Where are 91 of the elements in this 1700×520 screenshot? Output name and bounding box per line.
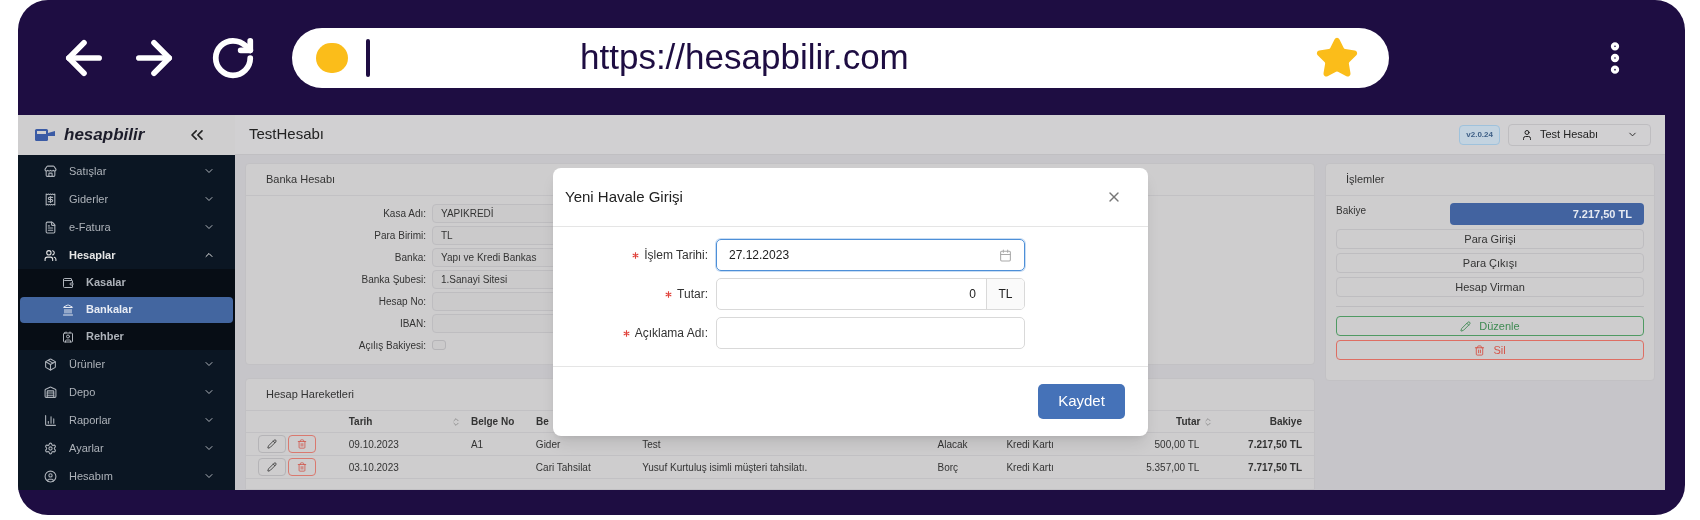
- field-label: Açılış Bakiyesi:: [357, 338, 427, 353]
- sidebar-subitem[interactable]: Kasalar: [20, 269, 233, 296]
- sort-icon[interactable]: [1203, 416, 1214, 427]
- sidebar-item[interactable]: Hesaplar: [18, 241, 235, 269]
- user-icon: [1521, 128, 1533, 141]
- sidebar-subitem[interactable]: Bankalar: [20, 296, 233, 323]
- action-button[interactable]: Hesap Virman: [1336, 277, 1644, 297]
- sort-icon[interactable]: [450, 416, 461, 427]
- table-cell: Alacak: [937, 438, 968, 450]
- pencil-icon: [267, 462, 277, 472]
- sidebar-item[interactable]: Depo: [18, 378, 235, 406]
- table-cell: Kredi Kartı: [1006, 461, 1054, 473]
- table-cell: Test: [642, 438, 661, 450]
- trash-icon: [297, 439, 307, 449]
- sidebar-item[interactable]: Satışlar: [18, 157, 235, 185]
- currency-addon: TL: [986, 279, 1024, 309]
- url-text: https://hesapbilir.com: [580, 36, 909, 79]
- field-label: Banka Şubesi:: [360, 272, 427, 287]
- receipt-icon: [44, 192, 57, 206]
- edit-button[interactable]: [258, 435, 286, 453]
- column-header: Bakiye: [1269, 416, 1302, 427]
- bank-icon: [62, 303, 74, 316]
- sidebar-item[interactable]: Raporlar: [18, 406, 235, 434]
- field-label: Para Birimi:: [373, 228, 427, 243]
- table-cell: 03.10.2023: [348, 461, 399, 473]
- sidebar-item[interactable]: e-Fatura: [18, 213, 235, 241]
- table-cell: Gider: [535, 438, 561, 450]
- version-badge: v2.0.24: [1459, 124, 1500, 145]
- table-cell: 7.717,50 TL: [1248, 461, 1303, 473]
- document-icon: [44, 220, 57, 234]
- field-label: Banka:: [393, 250, 427, 265]
- table-cell: 09.10.2023: [348, 438, 399, 450]
- page-title: TestHesabı: [249, 124, 325, 145]
- dialog-title: Yeni Havale Girişi: [565, 186, 683, 207]
- action-button[interactable]: Para Çıkışı: [1336, 253, 1644, 273]
- table-cell: Kredi Kartı: [1006, 438, 1054, 450]
- column-header: Be: [535, 416, 549, 427]
- field-label: İşlem Tarihi:: [644, 247, 708, 264]
- amount-field[interactable]: 0 TL: [716, 278, 1025, 310]
- field-label: Açıklama Adı:: [634, 325, 708, 342]
- column-header: Tutar: [1176, 415, 1201, 429]
- warehouse-icon: [44, 385, 57, 399]
- table-cell: 500,00 TL: [1154, 438, 1200, 450]
- table-cell: A1: [470, 438, 484, 450]
- trash-icon: [297, 462, 307, 472]
- trash-icon: [1474, 344, 1486, 356]
- date-field[interactable]: 27.12.2023: [716, 239, 1025, 271]
- table-cell: 7.217,50 TL: [1248, 438, 1303, 450]
- action-button[interactable]: Para Girişi: [1336, 229, 1644, 249]
- wallet-icon: [62, 276, 74, 289]
- box-icon: [44, 357, 57, 371]
- logo-icon: [34, 127, 56, 143]
- chart-icon: [44, 413, 57, 427]
- checkbox[interactable]: [432, 340, 446, 350]
- address-bar[interactable]: https://hesapbilir.com: [292, 27, 1389, 88]
- contact-card-icon: [62, 330, 74, 343]
- table-cell: Yusuf Kurtuluş isimli müşteri tahsilatı.: [642, 461, 808, 473]
- pencil-icon: [267, 439, 277, 449]
- pencil-icon: [1460, 320, 1472, 332]
- user-menu-button[interactable]: Test Hesabı: [1508, 123, 1651, 146]
- table-cell: 5.357,00 TL: [1146, 461, 1200, 473]
- table-cell: Cari Tahsilat: [535, 461, 591, 473]
- card-title: Hesap Hareketleri: [266, 387, 355, 403]
- delete-button[interactable]: [288, 435, 316, 453]
- table-cell: Borç: [937, 461, 959, 473]
- card-title: Banka Hesabı: [266, 172, 336, 188]
- column-header: Belge No: [470, 416, 515, 427]
- store-icon: [44, 164, 57, 178]
- balance-value: 7.217,50 TL: [1450, 203, 1644, 225]
- logo-text: hesapbilir: [64, 124, 145, 147]
- input-field[interactable]: [716, 317, 1025, 349]
- sidebar-item[interactable]: Giderler: [18, 185, 235, 213]
- calendar-icon: [999, 248, 1012, 262]
- settings-icon: [44, 441, 57, 455]
- field-label: Tutar:: [677, 286, 708, 303]
- users-icon: [44, 248, 57, 262]
- text-cursor-icon: [366, 38, 370, 77]
- balance-label: Bakiye: [1336, 204, 1367, 218]
- sidebar-item[interactable]: Ürünler: [18, 350, 235, 378]
- sidebar-subitem[interactable]: Rehber: [20, 323, 233, 350]
- delete-button[interactable]: [288, 458, 316, 476]
- sidebar-item[interactable]: Ayarlar: [18, 434, 235, 462]
- save-button[interactable]: Kaydet: [1038, 384, 1125, 419]
- field-label: Hesap No:: [377, 294, 427, 309]
- column-header: Tarih: [348, 415, 373, 429]
- user-icon: [44, 469, 57, 483]
- sidebar-item[interactable]: Hesabım: [18, 462, 235, 490]
- field-label: Kasa Adı:: [382, 206, 427, 221]
- field-label: IBAN:: [398, 316, 427, 331]
- card-title: İşlemler: [1346, 172, 1385, 188]
- edit-button[interactable]: [258, 458, 286, 476]
